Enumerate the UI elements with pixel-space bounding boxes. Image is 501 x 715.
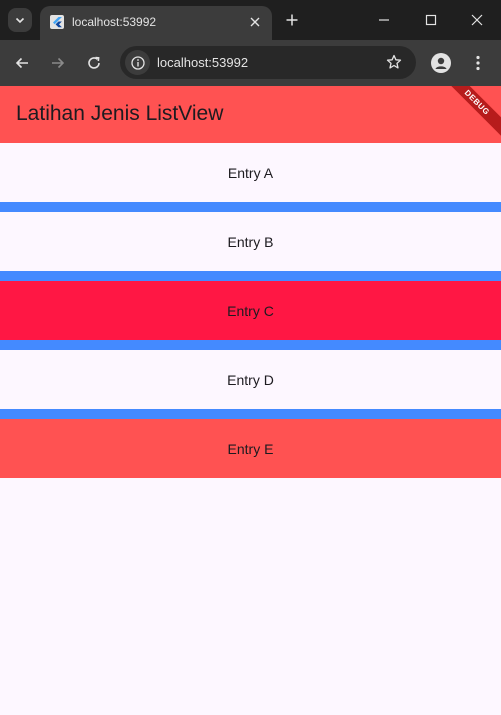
- menu-button[interactable]: [466, 51, 490, 75]
- maximize-button[interactable]: [418, 8, 444, 32]
- arrow-right-icon: [52, 57, 65, 69]
- list-item[interactable]: Entry C: [0, 281, 501, 340]
- new-tab-button[interactable]: [282, 10, 302, 30]
- forward-button[interactable]: [46, 51, 70, 75]
- tab-search-button[interactable]: [8, 8, 32, 32]
- back-button[interactable]: [10, 51, 34, 75]
- list-item[interactable]: Entry A: [0, 143, 501, 202]
- entry-list: Entry A Entry B Entry C Entry D Entry E: [0, 143, 501, 478]
- minimize-button[interactable]: [371, 8, 397, 32]
- flutter-icon: [50, 15, 64, 29]
- plus-icon: [286, 14, 298, 26]
- tab-close-button[interactable]: [246, 13, 264, 31]
- close-icon: [250, 17, 260, 27]
- maximize-icon: [425, 14, 437, 26]
- list-item[interactable]: Entry B: [0, 212, 501, 271]
- reload-icon: [88, 56, 100, 69]
- list-item[interactable]: Entry E: [0, 419, 501, 478]
- list-divider: [0, 271, 501, 281]
- debug-banner: DEBUG: [439, 86, 501, 140]
- page-title: Latihan Jenis ListView: [16, 102, 224, 125]
- tab-title: localhost:53992: [72, 15, 157, 29]
- list-divider: [0, 409, 501, 419]
- window-close-button[interactable]: [464, 8, 490, 32]
- arrow-left-icon: [15, 57, 28, 69]
- info-icon: [130, 55, 145, 70]
- list-divider: [0, 340, 501, 350]
- list-divider: [0, 202, 501, 212]
- flutter-app: Latihan Jenis ListView DEBUG Entry A Ent…: [0, 86, 501, 715]
- profile-button[interactable]: [429, 51, 453, 75]
- list-item[interactable]: Entry D: [0, 350, 501, 409]
- debug-banner-label: DEBUG: [462, 88, 492, 117]
- more-vertical-icon: [476, 55, 480, 71]
- browser-toolbar: localhost:53992: [0, 40, 501, 86]
- address-bar[interactable]: localhost:53992: [120, 46, 416, 79]
- close-icon: [471, 14, 483, 26]
- site-info-button[interactable]: [125, 50, 150, 75]
- app-bar: Latihan Jenis ListView DEBUG: [0, 86, 501, 143]
- chevron-down-icon: [15, 17, 25, 24]
- bookmark-star-icon[interactable]: [386, 54, 402, 70]
- url-text: localhost:53992: [157, 55, 249, 70]
- avatar-icon: [431, 53, 451, 73]
- reload-button[interactable]: [82, 51, 106, 75]
- tab-strip: localhost:53992: [0, 0, 501, 40]
- browser-tab[interactable]: localhost:53992: [40, 6, 272, 40]
- minimize-icon: [379, 19, 389, 21]
